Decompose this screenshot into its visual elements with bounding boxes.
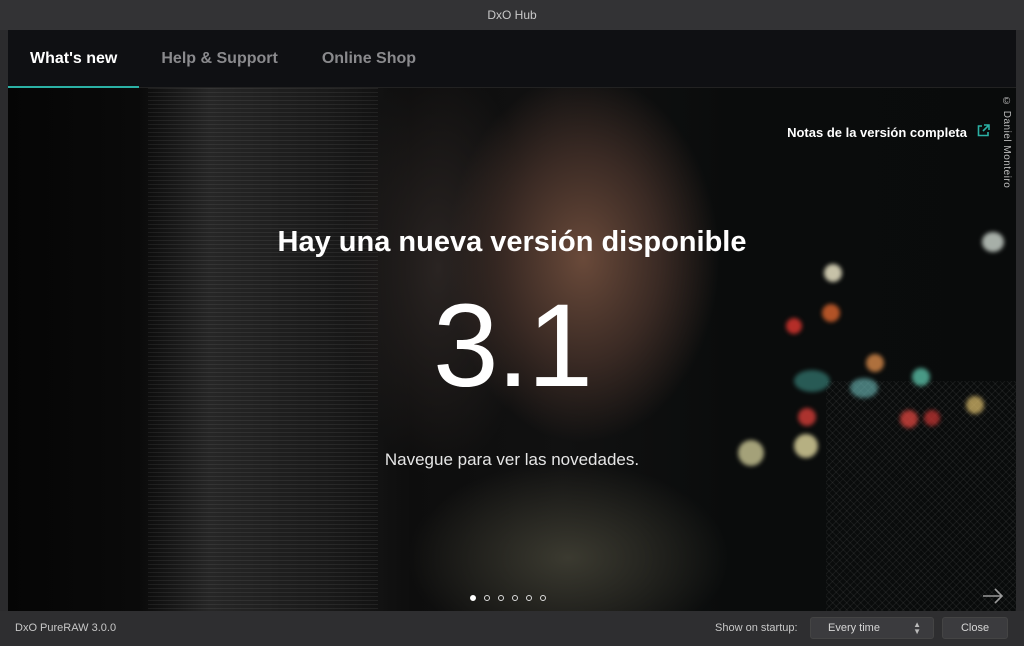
carousel-dot[interactable] (470, 595, 476, 601)
tab-label: Help & Support (161, 49, 278, 67)
carousel-pagination (470, 595, 546, 601)
hero-title: Hay una nueva versión disponible (277, 226, 747, 258)
release-notes-link[interactable]: Notas de la versión completa (787, 124, 990, 140)
carousel-dot[interactable] (512, 595, 518, 601)
arrow-right-icon[interactable] (982, 588, 1004, 604)
tab-whats-new[interactable]: What's new (8, 30, 140, 88)
carousel-dot[interactable] (498, 595, 504, 601)
tab-label: Online Shop (321, 49, 417, 67)
carousel-dot[interactable] (526, 595, 532, 601)
photo-credit: © Daniel Monteiro (1001, 96, 1012, 189)
hub-content: What's new Help & Support Online Shop © … (8, 30, 1016, 611)
startup-select-value: Every time (828, 622, 880, 634)
hero-banner: © Daniel Monteiro Notas de la versión co… (8, 88, 1016, 611)
tab-online-shop[interactable]: Online Shop (300, 30, 438, 87)
release-notes-label: Notas de la versión completa (787, 124, 967, 140)
app-version: DxO PureRAW 3.0.0 (15, 622, 117, 634)
carousel-dot[interactable] (484, 595, 490, 601)
bokeh-light (900, 410, 918, 428)
tab-bar: What's new Help & Support Online Shop (8, 30, 1016, 88)
window-titlebar: DxO Hub (0, 0, 1024, 30)
window-title: DxO Hub (487, 8, 537, 22)
startup-select[interactable]: Every time ▲ ▼ (810, 617, 934, 639)
tab-help-support[interactable]: Help & Support (139, 30, 299, 87)
close-button[interactable]: Close (942, 617, 1008, 639)
external-link-icon (977, 124, 990, 140)
startup-label: Show on startup: (715, 622, 798, 634)
select-caret-icon: ▲ ▼ (913, 620, 921, 636)
carousel-dot[interactable] (540, 595, 546, 601)
bokeh-light (798, 408, 816, 426)
hero-subtitle: Navegue para ver las novedades. (384, 450, 640, 469)
hero-photo-mesh (826, 381, 1016, 611)
tab-label: What's new (30, 49, 118, 67)
status-footer: DxO PureRAW 3.0.0 Show on startup: Every… (0, 611, 1024, 646)
close-button-label: Close (960, 622, 990, 634)
bokeh-light (924, 410, 940, 426)
hero-version-number: 3.1 (432, 280, 593, 412)
bokeh-light (824, 264, 842, 282)
